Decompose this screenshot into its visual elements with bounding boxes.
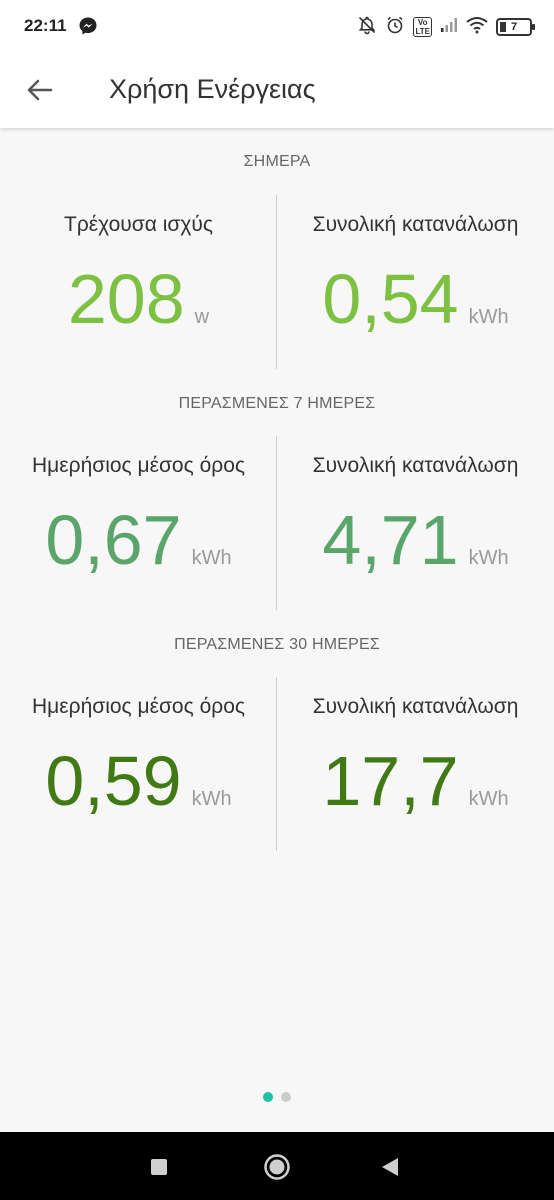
signal-icon [440, 17, 458, 38]
30d-daily-average-value: 0,59 [45, 742, 182, 820]
7d-total-consumption-card: Συνολική κατανάλωση 4,71 kWh [277, 436, 554, 610]
messenger-icon [78, 16, 98, 41]
status-icons: Vo LTE 7 [357, 15, 535, 40]
app-bar: Χρήση Ενέργειας [0, 54, 554, 128]
30d-daily-average-label: Ημερήσιος μέσος όρος [32, 695, 245, 718]
30d-daily-average-value-group: 0,59 kWh [0, 741, 277, 821]
back-nav-button[interactable] [380, 1156, 400, 1183]
wifi-icon [466, 16, 488, 39]
7d-daily-average-value-group: 0,67 kWh [0, 500, 277, 580]
30d-daily-average-card: Ημερήσιος μέσος όρος 0,59 kWh [0, 677, 277, 851]
screen: 22:11 Vo LTE 7 Χρήση Ενέργειας ΣΗΜΕΡΑ Τρ… [0, 0, 554, 1200]
current-power-value-group: 208 w [0, 259, 277, 339]
7d-daily-average-unit: kWh [191, 547, 232, 569]
7d-total-consumption-unit: kWh [468, 547, 509, 569]
alarm-icon [385, 15, 405, 40]
back-button[interactable] [22, 72, 58, 108]
7d-total-consumption-label: Συνολική κατανάλωση [312, 454, 519, 477]
battery-level: 7 [510, 21, 518, 33]
section-header-last-7-days: ΠΕΡΑΣΜΕΝΕΣ 7 ΗΜΕΡΕΣ [178, 395, 376, 412]
30d-total-consumption-value-group: 17,7 kWh [277, 741, 554, 821]
30d-total-consumption-value: 17,7 [322, 742, 459, 820]
30d-total-consumption-label: Συνολική κατανάλωση [312, 695, 519, 718]
status-bar: 22:11 Vo LTE 7 [0, 0, 554, 54]
current-power-value: 208 [67, 260, 185, 338]
recents-square-icon [151, 1159, 167, 1175]
7d-total-consumption-value: 4,71 [322, 501, 459, 579]
today-total-consumption-value: 0,54 [322, 260, 459, 338]
30d-total-consumption-card: Συνολική κατανάλωση 17,7 kWh [277, 677, 554, 851]
navigation-bar [0, 1132, 554, 1200]
7d-daily-average-value: 0,67 [45, 501, 182, 579]
7d-daily-average-card: Ημερήσιος μέσος όρος 0,67 kWh [0, 436, 277, 610]
today-total-consumption-card: Συνολική κατανάλωση 0,54 kWh [277, 195, 554, 369]
page-indicator [0, 1092, 554, 1102]
battery-icon: 7 [496, 18, 535, 36]
30d-daily-average-unit: kWh [191, 788, 232, 810]
section-header-last-30-days: ΠΕΡΑΣΜΕΝΕΣ 30 ΗΜΕΡΕΣ [174, 636, 380, 653]
section-header-today: ΣΗΜΕΡΑ [243, 153, 311, 170]
recents-button[interactable] [150, 1158, 168, 1181]
page-dot[interactable] [281, 1092, 291, 1102]
today-total-consumption-value-group: 0,54 kWh [277, 259, 554, 339]
home-circle-icon [264, 1154, 290, 1180]
stats-row-last-30-days: Ημερήσιος μέσος όρος 0,59 kWh Συνολική κ… [0, 677, 554, 851]
30d-total-consumption-unit: kWh [468, 788, 509, 810]
home-button[interactable] [263, 1153, 291, 1186]
page-title: Χρήση Ενέργειας [109, 74, 316, 104]
volte-icon: Vo LTE [413, 17, 432, 37]
current-power-label: Τρέχουσα ισχύς [64, 213, 213, 236]
7d-daily-average-label: Ημερήσιος μέσος όρος [32, 454, 245, 477]
back-arrow-icon [27, 79, 53, 101]
status-time: 22:11 [24, 16, 67, 35]
today-total-consumption-label: Συνολική κατανάλωση [312, 213, 519, 236]
7d-total-consumption-value-group: 4,71 kWh [277, 500, 554, 580]
stats-row-last-7-days: Ημερήσιος μέσος όρος 0,67 kWh Συνολική κ… [0, 436, 554, 610]
page-dot-active[interactable] [263, 1092, 273, 1102]
back-triangle-icon [382, 1158, 398, 1176]
stats-row-today: Τρέχουσα ισχύς 208 w Συνολική κατανάλωση… [0, 195, 554, 369]
today-total-consumption-unit: kWh [468, 306, 509, 328]
mute-bell-icon [357, 15, 377, 40]
current-power-card: Τρέχουσα ισχύς 208 w [0, 195, 277, 369]
current-power-unit: w [194, 306, 210, 328]
